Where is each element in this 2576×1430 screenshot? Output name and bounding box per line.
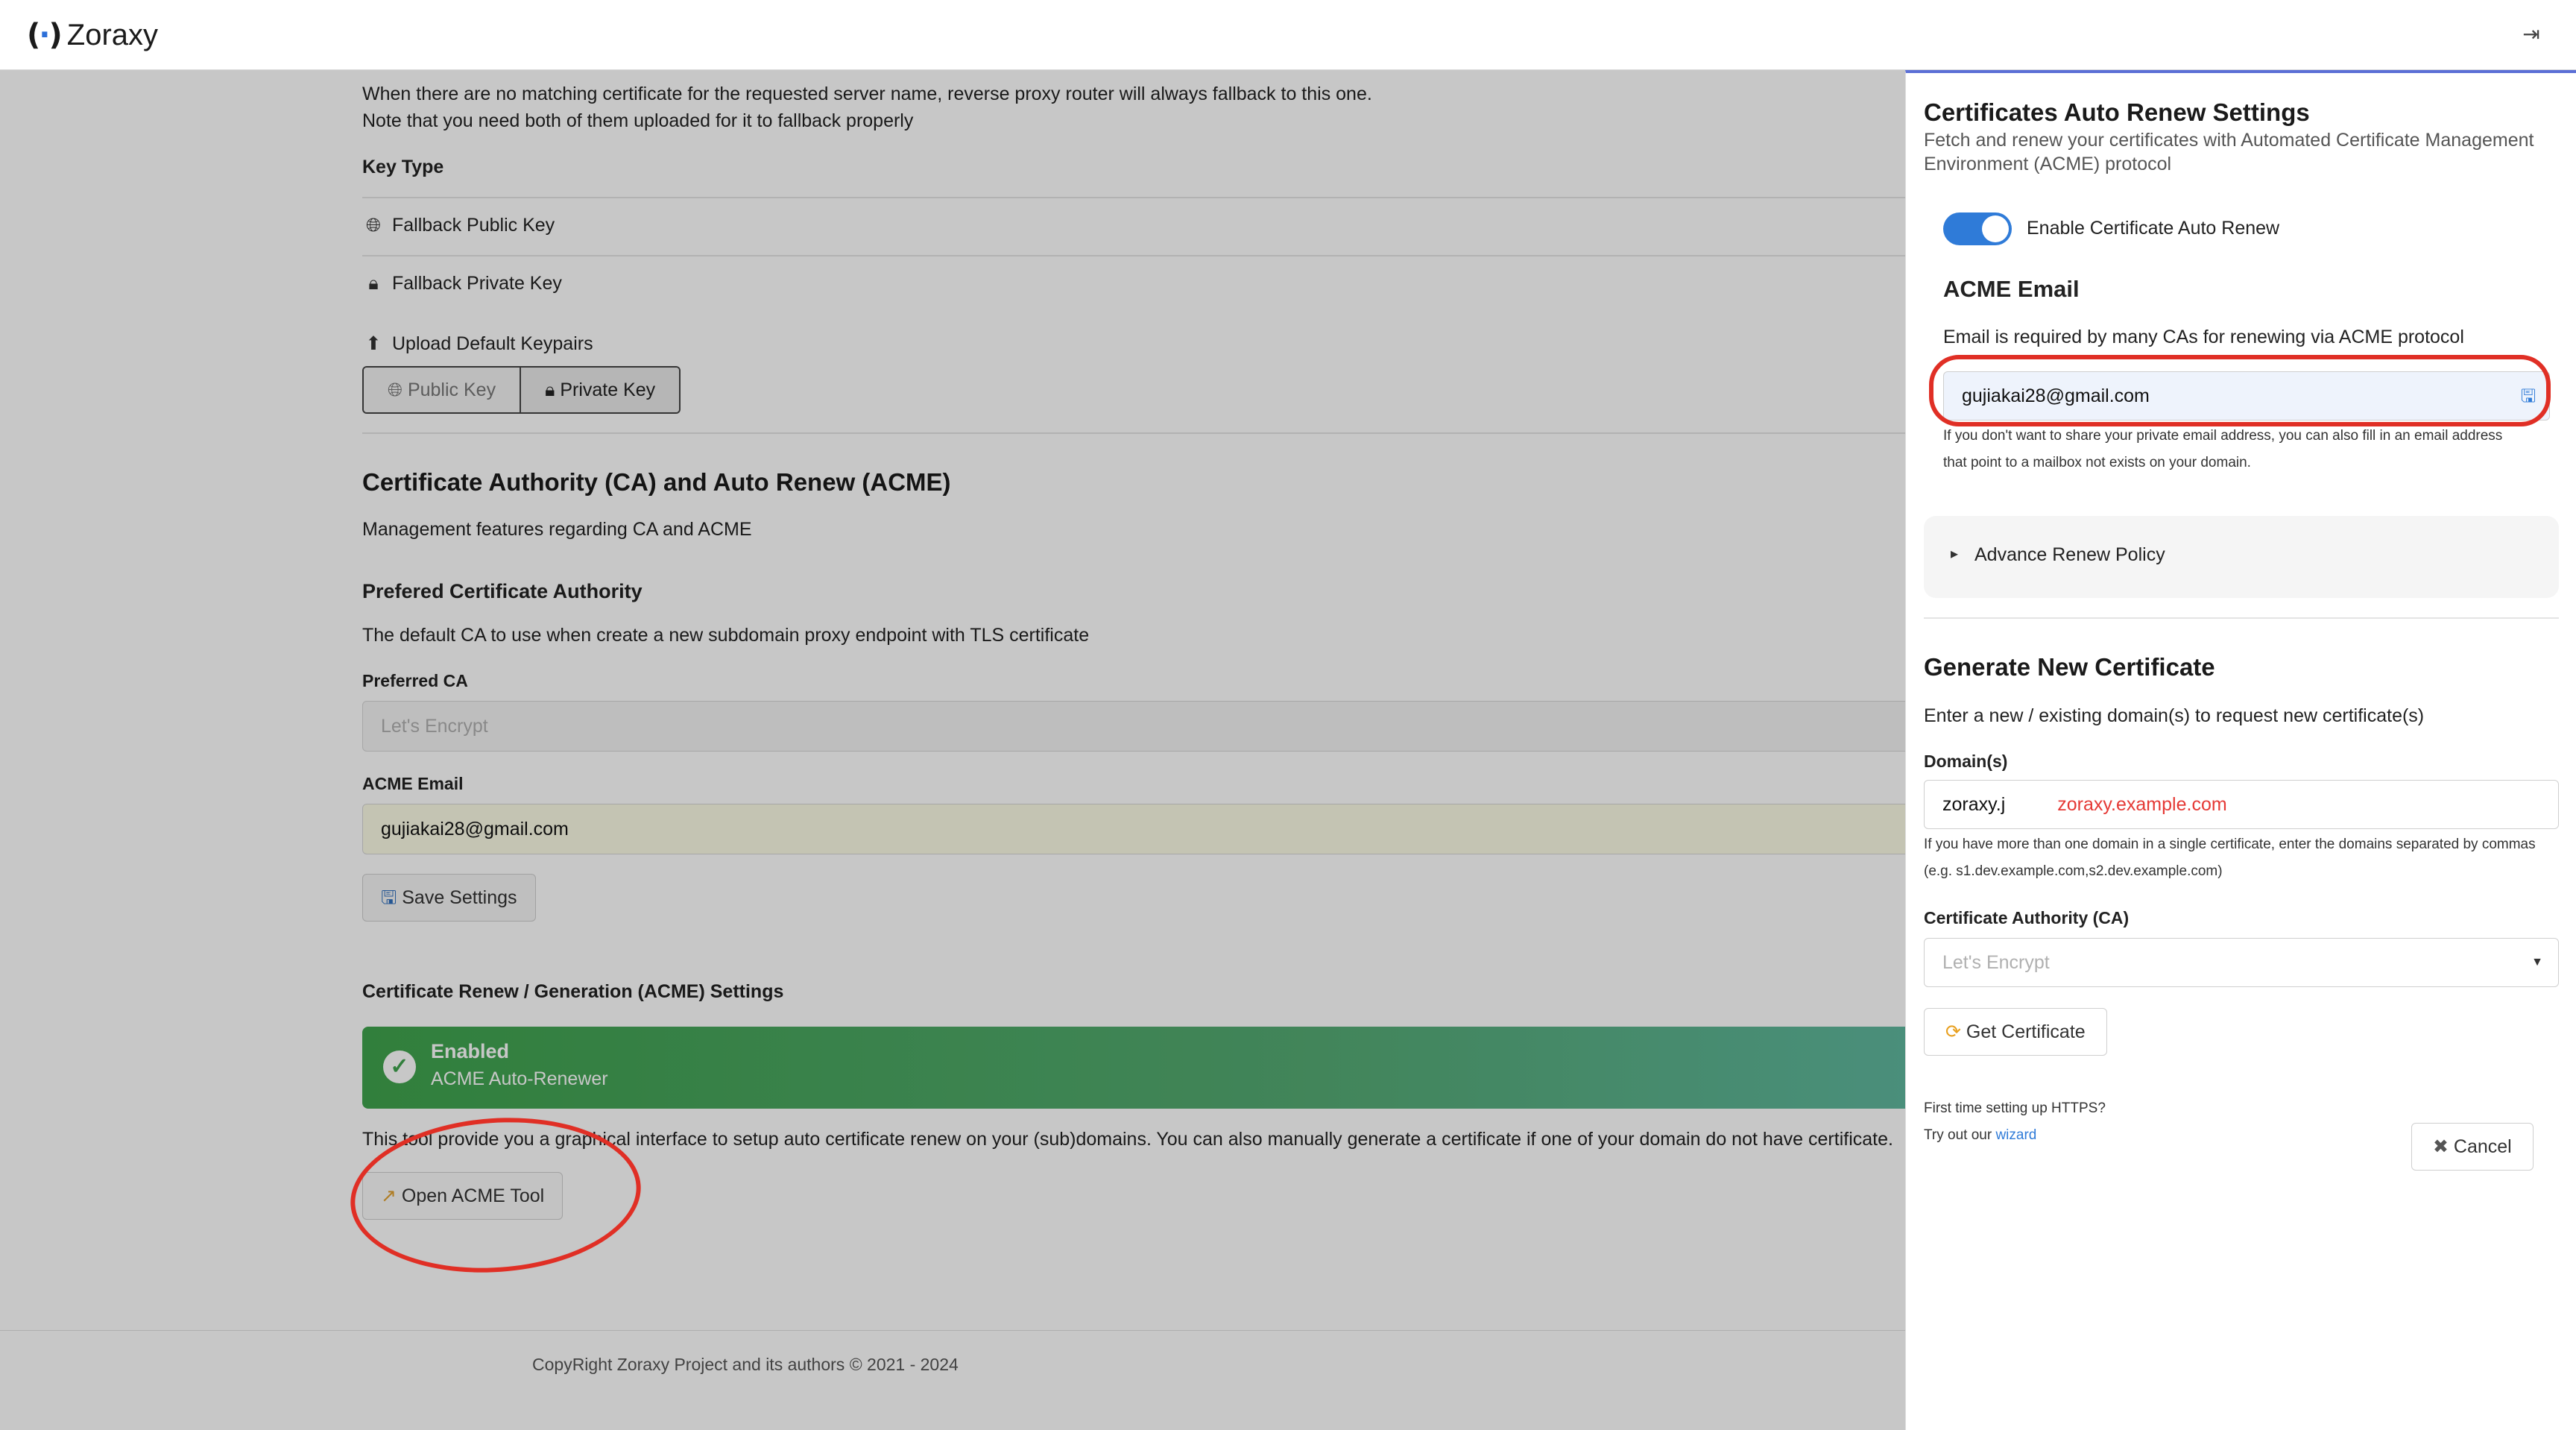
fallback-note-2: Note that you need both of them uploaded… bbox=[362, 110, 914, 131]
acme-email-desc: Email is required by many CAs for renewi… bbox=[1943, 327, 2464, 347]
save-settings-button[interactable]: 🖫 Save Settings bbox=[362, 874, 536, 922]
ca-label: Certificate Authority (CA) bbox=[1924, 908, 2130, 927]
toggle-knob bbox=[1982, 215, 2009, 242]
domain-example-text: zoraxy.example.com bbox=[2057, 794, 2227, 815]
advance-renew-policy-label: Advance Renew Policy bbox=[1974, 544, 2165, 565]
app-title: Zoraxy bbox=[66, 18, 159, 51]
app-logo[interactable]: (·) Zoraxy bbox=[27, 13, 158, 57]
ca-select[interactable]: Let's Encrypt ▼ bbox=[1924, 938, 2559, 987]
lock-icon: 🔒︎ bbox=[368, 273, 379, 294]
auto-renew-toggle[interactable] bbox=[1943, 212, 2012, 245]
sign-out-icon[interactable]: ⇥ bbox=[2518, 21, 2545, 48]
acme-email-label: ACME Email bbox=[362, 774, 464, 793]
fallback-note-1: When there are no matching certificate f… bbox=[362, 84, 1372, 104]
generate-cert-desc: Enter a new / existing domain(s) to requ… bbox=[1924, 705, 2425, 726]
caret-right-icon: ▸ bbox=[1951, 546, 1959, 562]
footer: CopyRight Zoraxy Project and its authors… bbox=[0, 1330, 1905, 1430]
preferred-ca-label: Preferred CA bbox=[362, 671, 468, 690]
ca-section-title: Certificate Authority (CA) and Auto Rene… bbox=[362, 468, 951, 496]
wizard-row: Try out our wizard bbox=[1924, 1127, 2037, 1143]
https-question: First time setting up HTTPS? bbox=[1924, 1100, 2106, 1116]
external-link-icon: ↗ bbox=[381, 1185, 402, 1206]
fallback-private-key-row: 🔒︎ Fallback Private Key bbox=[362, 273, 562, 294]
advance-renew-policy-accordion[interactable]: ▸ Advance Renew Policy bbox=[1924, 516, 2559, 598]
ca-section-desc: Management features regarding CA and ACM… bbox=[362, 519, 752, 540]
panel-title: Certificates Auto Renew Settings bbox=[1924, 98, 2310, 126]
fallback-public-key-row: 🌐︎ Fallback Public Key bbox=[362, 215, 555, 236]
upload-keypairs-label: ⬆ Upload Default Keypairs bbox=[362, 333, 593, 355]
preferred-ca-desc: The default CA to use when create a new … bbox=[362, 625, 1090, 646]
key-type-label: Key Type bbox=[362, 157, 444, 177]
save-icon[interactable]: 🖫 bbox=[2516, 385, 2540, 409]
acme-email-heading: ACME Email bbox=[1943, 276, 2080, 302]
renew-settings-heading: Certificate Renew / Generation (ACME) Se… bbox=[362, 981, 784, 1002]
lock-icon: 🔒︎ bbox=[545, 379, 561, 400]
generate-cert-title: Generate New Certificate bbox=[1924, 653, 2215, 681]
close-icon: ✖ bbox=[2433, 1136, 2454, 1157]
panel-acme-email-input[interactable]: gujiakai28@gmail.com 🖫 bbox=[1943, 371, 2550, 421]
keypair-upload-buttons: 🌐︎ Public Key 🔒︎ Private Key bbox=[362, 366, 681, 414]
acme-tool-desc: This tool provide you a graphical interf… bbox=[362, 1129, 1893, 1150]
status-subtitle: ACME Auto-Renewer bbox=[431, 1068, 608, 1089]
divider bbox=[1924, 617, 2559, 619]
dropdown-caret-icon: ▼ bbox=[2531, 956, 2543, 968]
domains-input[interactable]: zoraxy.j zoraxy.example.com bbox=[1924, 780, 2559, 829]
save-icon: 🖫 bbox=[381, 887, 402, 908]
wizard-link[interactable]: wizard bbox=[1995, 1127, 2036, 1143]
panel-subtitle-2: Environment (ACME) protocol bbox=[1924, 154, 2172, 174]
top-navbar: (·) Zoraxy ⇥ bbox=[0, 0, 2576, 70]
domains-label: Domain(s) bbox=[1924, 752, 2008, 771]
status-title: Enabled bbox=[431, 1040, 510, 1062]
email-hint-1: If you don't want to share your private … bbox=[1943, 428, 2503, 444]
domains-hint-2: (e.g. s1.dev.example.com,s2.dev.example.… bbox=[1924, 863, 2223, 879]
private-key-button[interactable]: 🔒︎ Private Key bbox=[521, 368, 680, 412]
cancel-button[interactable]: ✖ Cancel bbox=[2411, 1123, 2534, 1171]
check-circle-icon: ✓ bbox=[383, 1051, 416, 1083]
panel-subtitle-1: Fetch and renew your certificates with A… bbox=[1924, 130, 2534, 151]
open-acme-tool-button[interactable]: ↗ Open ACME Tool bbox=[362, 1172, 564, 1220]
preferred-ca-heading: Prefered Certificate Authority bbox=[362, 580, 643, 602]
get-certificate-button[interactable]: ⟳ Get Certificate bbox=[1924, 1008, 2107, 1056]
zoraxy-logo-icon: (·) bbox=[27, 18, 63, 52]
auto-renew-toggle-label: Enable Certificate Auto Renew bbox=[2027, 218, 2280, 239]
globe-icon: 🌐︎ bbox=[388, 379, 408, 400]
upload-icon: ⬆ bbox=[365, 333, 382, 354]
refresh-icon: ⟳ bbox=[1945, 1021, 1966, 1042]
domains-hint-1: If you have more than one domain in a si… bbox=[1924, 837, 2536, 852]
email-hint-2: that point to a mailbox not exists on yo… bbox=[1943, 455, 2251, 470]
copyright-text: CopyRight Zoraxy Project and its authors… bbox=[532, 1355, 959, 1374]
acme-side-panel: Certificates Auto Renew Settings Fetch a… bbox=[1905, 70, 2576, 1430]
public-key-button[interactable]: 🌐︎ Public Key bbox=[364, 368, 522, 412]
globe-icon: 🌐︎ bbox=[365, 215, 381, 236]
